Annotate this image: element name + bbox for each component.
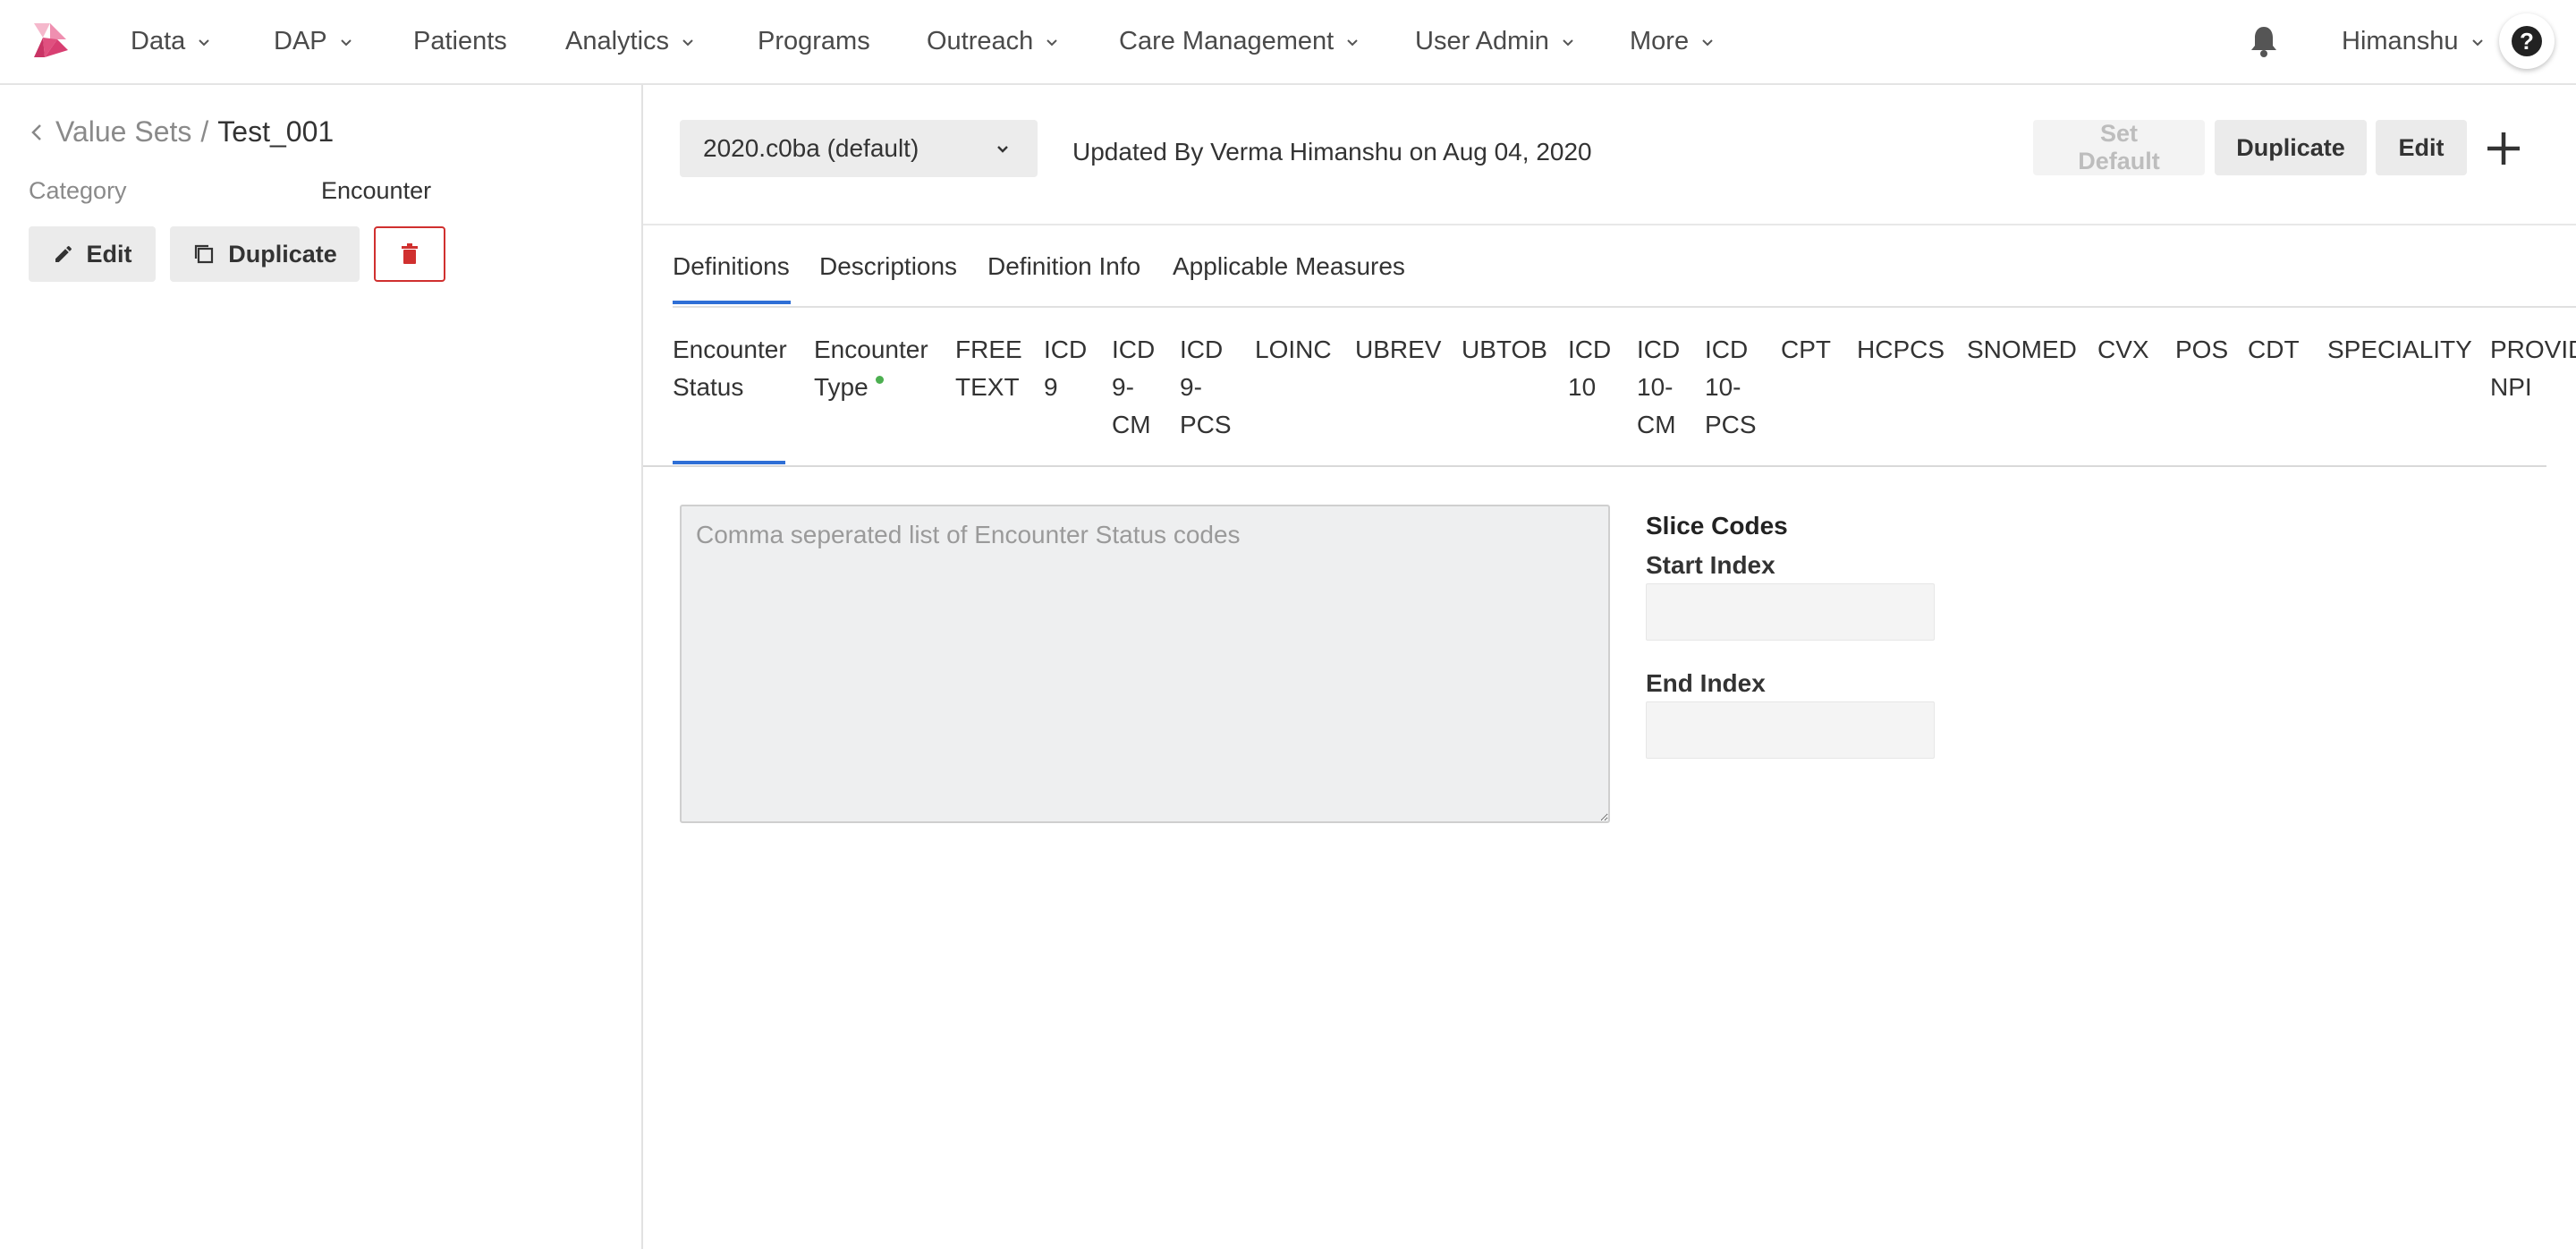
chevron-down-icon	[199, 38, 209, 46]
tab-definition-info[interactable]: Definition Info	[987, 252, 1140, 281]
chevron-down-icon	[1563, 38, 1573, 46]
value-set-sidebar: Value Sets / Test_001 Category Encounter…	[0, 85, 643, 1249]
code-tab-cdt[interactable]: CDT	[2248, 331, 2300, 369]
start-index-label: Start Index	[1646, 551, 1775, 579]
updated-info: Updated By Verma Himanshu on Aug 04, 202…	[1072, 138, 1592, 166]
nav-analytics[interactable]: Analytics	[565, 0, 696, 83]
top-nav: Data DAP Patients Analytics Programs Out…	[0, 0, 2576, 85]
trash-icon	[402, 243, 418, 264]
category-value: Encounter	[321, 177, 432, 204]
tab-definitions[interactable]: Definitions	[673, 252, 790, 281]
nav-programs[interactable]: Programs	[758, 0, 870, 83]
tab-applicable-measures[interactable]: Applicable Measures	[1173, 252, 1405, 281]
end-index-label: End Index	[1646, 669, 1766, 697]
code-tab-icd-10[interactable]: ICD 10	[1568, 331, 1613, 406]
code-tabs-divider	[643, 465, 2546, 467]
chevron-left-icon[interactable]	[29, 121, 45, 144]
chevron-down-icon	[1347, 38, 1358, 46]
code-tab-encounter-type[interactable]: Encounter Type	[814, 331, 939, 406]
code-tab-loinc[interactable]: LOINC	[1255, 331, 1332, 369]
plus-icon[interactable]	[2481, 123, 2526, 174]
code-tab-speciality[interactable]: SPECIALITY	[2327, 331, 2472, 369]
duplicate-button[interactable]: Duplicate	[170, 226, 360, 282]
code-tab-hcpcs[interactable]: HCPCS	[1857, 331, 1945, 369]
help-button[interactable]: ?	[2499, 13, 2555, 69]
breadcrumb: Value Sets / Test_001	[29, 115, 334, 149]
slice-codes-title: Slice Codes	[1646, 512, 1788, 540]
code-tab-ubtob[interactable]: UBTOB	[1462, 331, 1547, 369]
version-duplicate-button[interactable]: Duplicate	[2215, 120, 2367, 175]
code-tab-ubrev[interactable]: UBREV	[1355, 331, 1441, 369]
tab-descriptions[interactable]: Descriptions	[819, 252, 957, 281]
chevron-down-icon	[1702, 38, 1713, 46]
nav-outreach[interactable]: Outreach	[927, 0, 1060, 83]
help-icon: ?	[2512, 26, 2542, 56]
version-select[interactable]: 2020.c0ba (default)	[680, 120, 1038, 177]
code-tab-icd-9-cm[interactable]: ICD 9-CM	[1112, 331, 1160, 444]
code-tab-icd-10-cm[interactable]: ICD 10-CM	[1637, 331, 1682, 444]
edit-button[interactable]: Edit	[29, 226, 156, 282]
has-data-dot	[875, 376, 884, 384]
nav-user-admin[interactable]: User Admin	[1415, 0, 1576, 83]
copy-icon	[195, 244, 214, 264]
nav-dap[interactable]: DAP	[274, 0, 354, 83]
tabs-divider	[673, 306, 2576, 308]
nav-data[interactable]: Data	[131, 0, 212, 83]
code-tab-encounter-status[interactable]: Encounter Status	[673, 331, 796, 406]
nav-patients[interactable]: Patients	[413, 0, 507, 83]
category-label: Category	[29, 177, 127, 204]
code-tab-cpt[interactable]: CPT	[1781, 331, 1831, 369]
toolbar-divider	[643, 224, 2576, 225]
delete-button[interactable]	[374, 226, 445, 282]
bell-icon[interactable]	[2248, 24, 2280, 58]
code-tab-free-text[interactable]: FREE TEXT	[955, 331, 1027, 406]
chevron-down-icon	[682, 38, 693, 46]
code-tab-cvx[interactable]: CVX	[2097, 331, 2149, 369]
user-menu[interactable]: Himanshu	[2342, 0, 2486, 83]
active-code-tab-indicator	[673, 461, 785, 464]
chevron-down-icon	[997, 146, 1008, 153]
end-index-input[interactable]	[1646, 701, 1935, 759]
nav-more[interactable]: More	[1630, 0, 1716, 83]
code-tab-icd-10-pcs[interactable]: ICD 10-PCS	[1705, 331, 1757, 444]
start-index-input[interactable]	[1646, 583, 1935, 641]
chevron-down-icon	[1046, 38, 1058, 46]
breadcrumb-value-sets[interactable]: Value Sets	[55, 115, 191, 149]
set-default-button[interactable]: Set Default	[2033, 120, 2205, 175]
version-edit-button[interactable]: Edit	[2376, 120, 2467, 175]
chevron-down-icon	[340, 38, 352, 46]
code-tab-icd-9[interactable]: ICD 9	[1044, 331, 1092, 406]
codes-textarea[interactable]	[680, 505, 1610, 823]
active-tab-indicator	[673, 301, 791, 304]
code-tab-snomed[interactable]: SNOMED	[1967, 331, 2077, 369]
code-tab-provider-npi[interactable]: PROVIDER NPI	[2490, 331, 2576, 406]
app-logo-icon[interactable]	[30, 20, 72, 61]
chevron-down-icon	[2471, 38, 2483, 46]
nav-care-management[interactable]: Care Management	[1119, 0, 1360, 83]
breadcrumb-current: Test_001	[217, 115, 335, 148]
pencil-icon	[55, 245, 72, 262]
breadcrumb-separator: /	[200, 115, 209, 148]
code-tab-pos[interactable]: POS	[2175, 331, 2228, 369]
code-tab-icd-9-pcs[interactable]: ICD 9-PCS	[1180, 331, 1232, 444]
